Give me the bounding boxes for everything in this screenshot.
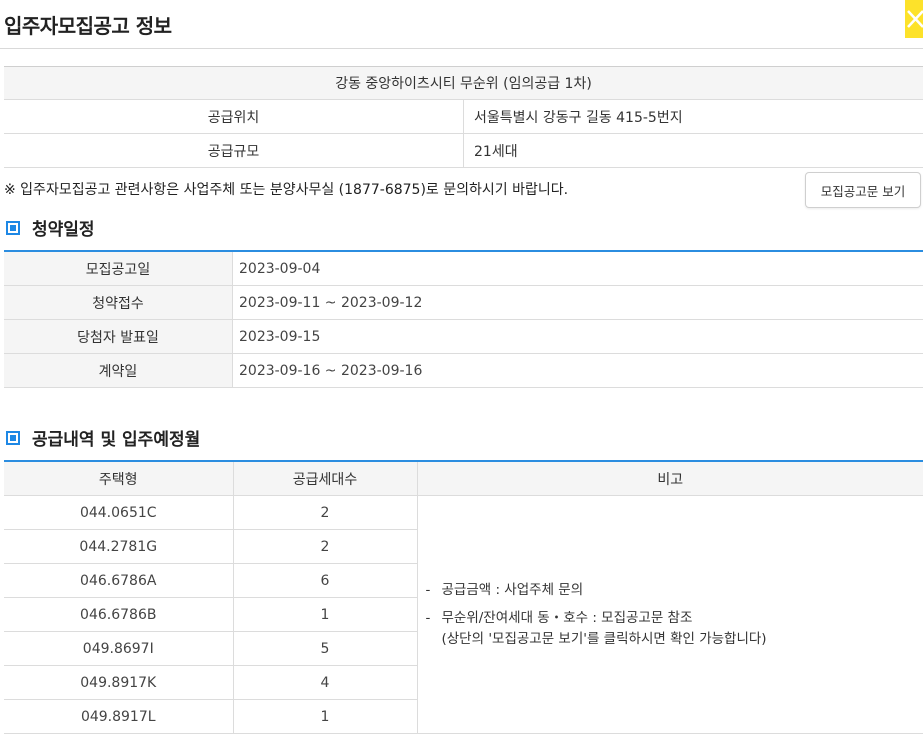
schedule-value: 2023-09-15 (232, 319, 923, 354)
column-header: 비고 (417, 461, 923, 496)
unit-count: 5 (233, 631, 418, 666)
schedule-table: 모집공고일 2023-09-04 청약접수 2023-09-11 ~ 2023-… (4, 250, 923, 388)
table-row: 청약접수 2023-09-11 ~ 2023-09-12 (4, 285, 923, 320)
view-announcement-button[interactable]: 모집공고문 보기 (805, 172, 921, 208)
schedule-label: 모집공고일 (4, 251, 233, 286)
complex-title-row: 강동 중앙하이츠시티 무순위 (임의공급 1차) (4, 66, 923, 100)
page-title: 입주자모집공고 정보 (4, 14, 172, 38)
unit-count: 2 (233, 495, 418, 530)
schedule-value: 2023-09-04 (232, 251, 923, 286)
housing-type: 046.6786B (4, 597, 234, 632)
remark-line: - 무순위/잔여세대 동・호수 : 모집공고문 참조 (426, 608, 923, 629)
column-header: 주택형 (4, 461, 234, 496)
table-row: 모집공고일 2023-09-04 (4, 251, 923, 286)
close-icon (907, 10, 923, 28)
table-row: 계약일 2023-09-16 ~ 2023-09-16 (4, 353, 923, 388)
remark-dash: - (425, 609, 431, 626)
column-header: 공급세대수 (233, 461, 418, 496)
remarks-cell: - 공급금액 : 사업주체 문의 - 무순위/잔여세대 동・호수 : 모집공고문 참… (417, 495, 923, 734)
info-label: 공급규모 (4, 133, 464, 168)
unit-count: 1 (233, 699, 418, 734)
housing-type: 049.8917K (4, 665, 234, 700)
table-row: 044.0651C 2 - 공급금액 : 사업주체 문의 - 무순위/잔여세대 동・… (4, 495, 923, 734)
remark-line: (상단의 '모집공고문 보기'를 클릭하시면 확인 가능합니다) (426, 629, 923, 650)
unit-count: 4 (233, 665, 418, 700)
unit-count: 1 (233, 597, 418, 632)
remark-line: - 공급금액 : 사업주체 문의 (426, 580, 923, 601)
section-supply-heading: 공급내역 및 입주예정월 (6, 425, 200, 450)
supply-table: 주택형 공급세대수 비고 044.0651C 2 - 공급금액 : 사업주체 문의… (4, 460, 923, 734)
unit-count: 6 (233, 563, 418, 598)
complex-title: 강동 중앙하이츠시티 무순위 (임의공급 1차) (4, 66, 923, 100)
remark-dash: - (425, 581, 431, 598)
info-value: 21세대 (463, 133, 923, 168)
section-title: 공급내역 및 입주예정월 (32, 430, 201, 450)
housing-type: 044.2781G (4, 529, 234, 564)
remark-text: 공급금액 : 사업주체 문의 (441, 581, 584, 598)
schedule-value: 2023-09-11 ~ 2023-09-12 (232, 285, 923, 320)
housing-type: 046.6786A (4, 563, 234, 598)
remark-text: 무순위/잔여세대 동・호수 : 모집공고문 참조 (441, 609, 693, 626)
section-schedule-heading: 청약일정 (6, 215, 95, 240)
schedule-label: 계약일 (4, 353, 233, 388)
schedule-label: 당첨자 발표일 (4, 319, 233, 354)
unit-count: 2 (233, 529, 418, 564)
schedule-value: 2023-09-16 ~ 2023-09-16 (232, 353, 923, 388)
info-label: 공급위치 (4, 99, 464, 134)
schedule-label: 청약접수 (4, 285, 233, 320)
contact-notice: ※ 입주자모집공고 관련사항은 사업주체 또는 분양사무실 (1877-6875… (4, 182, 569, 198)
housing-type: 049.8697I (4, 631, 234, 666)
housing-type: 044.0651C (4, 495, 234, 530)
section-title: 청약일정 (32, 220, 95, 240)
square-bullet-icon (6, 430, 20, 445)
close-button[interactable] (905, 0, 923, 38)
remark-text: (상단의 '모집공고문 보기'를 클릭하시면 확인 가능합니다) (441, 630, 767, 647)
housing-type: 049.8917L (4, 699, 234, 734)
info-row: 공급위치 서울특별시 강동구 길동 415-5번지 (4, 99, 923, 134)
info-value: 서울특별시 강동구 길동 415-5번지 (463, 99, 923, 134)
popup-header: 입주자모집공고 정보 (0, 0, 923, 49)
table-header-row: 주택형 공급세대수 비고 (4, 461, 923, 496)
table-row: 당첨자 발표일 2023-09-15 (4, 319, 923, 354)
info-row: 공급규모 21세대 (4, 133, 923, 168)
square-bullet-icon (6, 220, 20, 235)
complex-info-table: 강동 중앙하이츠시티 무순위 (임의공급 1차) 공급위치 서울특별시 강동구 … (4, 66, 923, 168)
